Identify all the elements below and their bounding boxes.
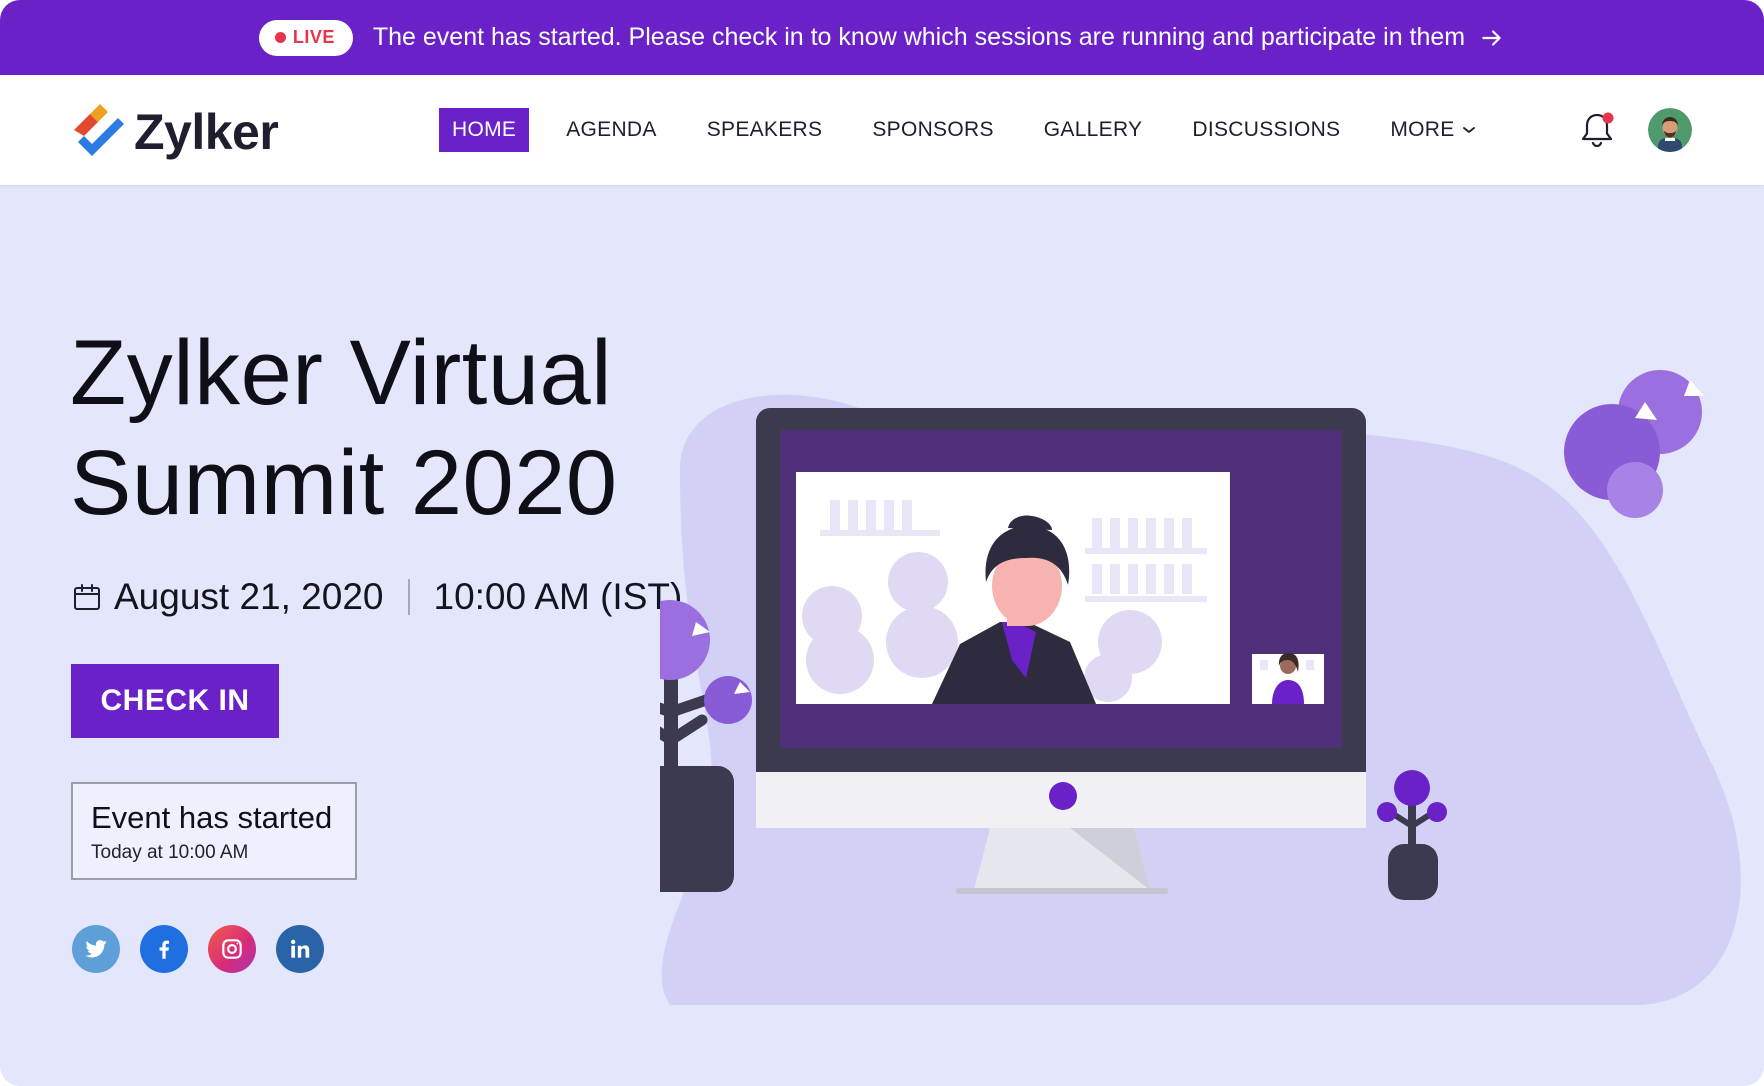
event-title: Zylker Virtual Summit 2020 bbox=[70, 318, 618, 538]
nav-item-discussions[interactable]: DISCUSSIONS bbox=[1179, 108, 1353, 152]
nav-item-speakers[interactable]: SPEAKERS bbox=[694, 108, 836, 152]
event-time: 10:00 AM (IST) bbox=[433, 576, 683, 617]
check-in-button[interactable]: CHECK IN bbox=[71, 664, 279, 738]
nav-item-more[interactable]: MORE bbox=[1377, 108, 1489, 152]
event-title-line1: Zylker Virtual bbox=[70, 322, 613, 424]
social-links bbox=[72, 925, 324, 973]
twitter-icon[interactable] bbox=[72, 925, 120, 973]
event-status-title: Event has started bbox=[91, 800, 333, 835]
nav-item-agenda[interactable]: AGENDA bbox=[553, 108, 670, 152]
avatar-image bbox=[1648, 108, 1692, 152]
user-avatar[interactable] bbox=[1648, 108, 1692, 152]
date-time-divider bbox=[407, 579, 410, 615]
facebook-icon[interactable] bbox=[140, 925, 188, 973]
plant-leaves-icon bbox=[1564, 370, 1704, 518]
notification-bell-icon[interactable] bbox=[1577, 109, 1617, 151]
main-menu: HOME AGENDA SPEAKERS SPONSORS GALLERY DI… bbox=[439, 108, 1514, 152]
event-status-card: Event has started Today at 10:00 AM bbox=[71, 782, 357, 880]
linkedin-icon[interactable] bbox=[276, 925, 324, 973]
virtual-event-illustration bbox=[660, 370, 1741, 1005]
live-dot-icon bbox=[274, 32, 286, 43]
arrow-right-icon[interactable] bbox=[1479, 25, 1505, 51]
brand-name: Zylker bbox=[134, 104, 279, 160]
brand-logo[interactable]: Zylker bbox=[70, 103, 279, 161]
nav-item-home[interactable]: HOME bbox=[439, 108, 530, 152]
event-date: August 21, 2020 bbox=[114, 576, 384, 617]
page: LIVE The event has started. Please check… bbox=[0, 0, 1764, 1086]
event-datetime: August 21, 2020 10:00 AM (IST) bbox=[72, 572, 682, 622]
live-banner[interactable]: LIVE The event has started. Please check… bbox=[0, 0, 1764, 75]
live-label: LIVE bbox=[292, 27, 335, 47]
event-title-line2: Summit 2020 bbox=[70, 432, 618, 534]
top-nav: Zylker HOME AGENDA SPEAKERS SPONSORS GAL… bbox=[0, 75, 1764, 185]
chevron-down-icon bbox=[1462, 127, 1475, 133]
instagram-icon[interactable] bbox=[208, 925, 256, 973]
nav-item-gallery[interactable]: GALLERY bbox=[1031, 108, 1156, 152]
banner-message[interactable]: The event has started. Please check in t… bbox=[373, 23, 1465, 52]
nav-item-more-label: MORE bbox=[1390, 118, 1455, 141]
live-badge: LIVE bbox=[258, 19, 353, 56]
zylker-logo-icon bbox=[74, 104, 124, 156]
calendar-icon bbox=[74, 584, 100, 610]
nav-item-sponsors[interactable]: SPONSORS bbox=[859, 108, 1006, 152]
event-status-subtitle: Today at 10:00 AM bbox=[91, 842, 249, 863]
